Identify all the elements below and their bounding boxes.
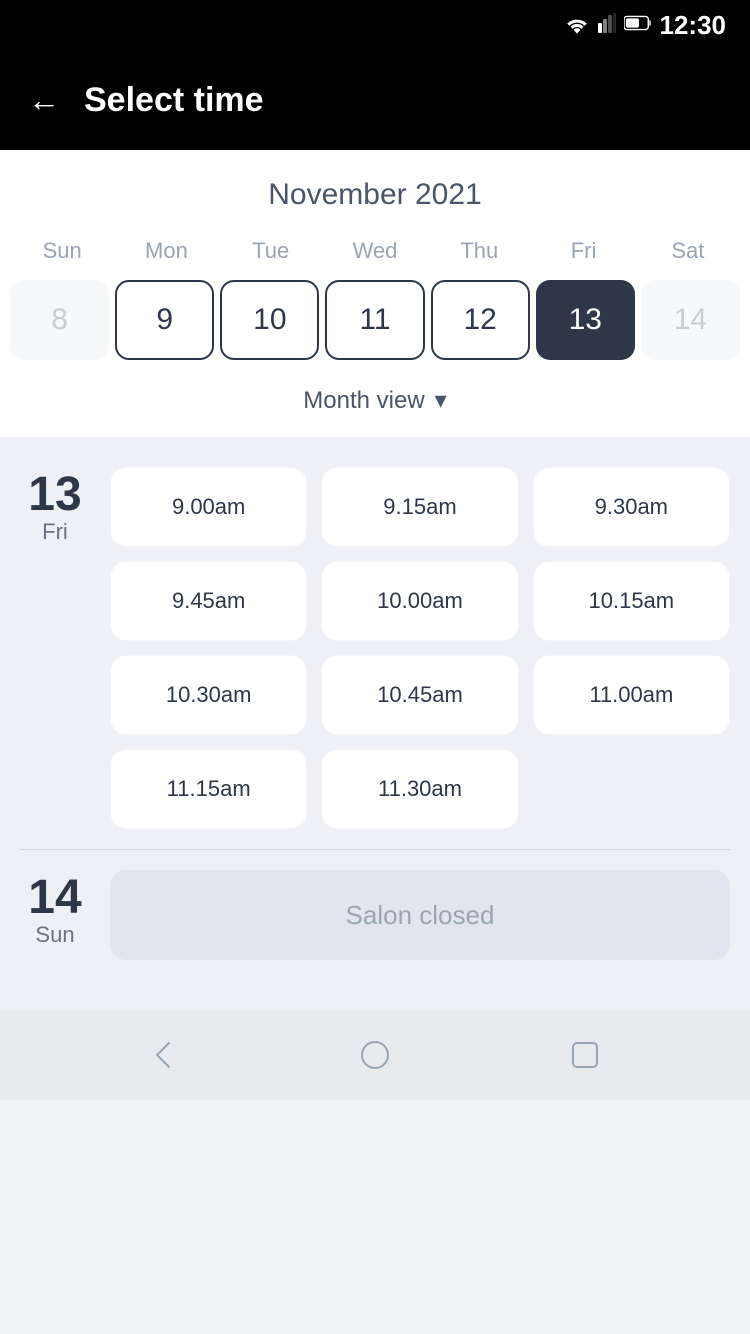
weekday-tue: Tue xyxy=(219,234,323,268)
day-block-13: 13 Fri 9.00am 9.15am 9.30am 9.45am 10.00… xyxy=(20,467,730,829)
day-block-14: 14 Sun Salon closed xyxy=(20,870,730,960)
time-slot-930am[interactable]: 9.30am xyxy=(533,467,730,547)
battery-icon xyxy=(624,15,652,36)
day-name-13: Fri xyxy=(42,519,68,545)
time-slot-1045am[interactable]: 10.45am xyxy=(321,655,518,735)
time-slot-1015am[interactable]: 10.15am xyxy=(533,561,730,641)
time-slots-grid-13: 9.00am 9.15am 9.30am 9.45am 10.00am 10.1… xyxy=(110,467,730,829)
time-slot-900am[interactable]: 9.00am xyxy=(110,467,307,547)
day-number-14: 14 xyxy=(28,874,81,922)
bottom-nav xyxy=(0,1010,750,1100)
page-title: Select time xyxy=(84,81,264,120)
day-divider xyxy=(20,849,730,850)
day-name-14: Sun xyxy=(35,922,74,948)
day-cell-13[interactable]: 13 xyxy=(536,280,635,360)
time-slot-1130am[interactable]: 11.30am xyxy=(321,749,518,829)
day-cell-8[interactable]: 8 xyxy=(10,280,109,360)
signal-icon xyxy=(598,13,616,38)
day-cell-12[interactable]: 12 xyxy=(431,280,530,360)
time-slot-1115am[interactable]: 11.15am xyxy=(110,749,307,829)
day-cell-11[interactable]: 11 xyxy=(325,280,424,360)
time-slot-1100am[interactable]: 11.00am xyxy=(533,655,730,735)
time-slot-945am[interactable]: 9.45am xyxy=(110,561,307,641)
weekdays-row: Sun Mon Tue Wed Thu Fri Sat xyxy=(0,234,750,268)
status-bar: 12:30 xyxy=(0,0,750,50)
weekday-wed: Wed xyxy=(323,234,427,268)
day-label-14: 14 Sun xyxy=(20,870,90,960)
chevron-down-icon: ▾ xyxy=(435,386,447,415)
weekday-sun: Sun xyxy=(10,234,114,268)
header: ← Select time xyxy=(0,50,750,150)
time-slot-1000am[interactable]: 10.00am xyxy=(321,561,518,641)
nav-recents-button[interactable] xyxy=(560,1030,610,1080)
days-row: 8 9 10 11 12 13 14 xyxy=(0,280,750,360)
weekday-thu: Thu xyxy=(427,234,531,268)
status-icons: 12:30 xyxy=(564,10,727,41)
nav-home-button[interactable] xyxy=(350,1030,400,1080)
back-button[interactable]: ← xyxy=(28,82,60,119)
weekday-fri: Fri xyxy=(531,234,635,268)
wifi-icon xyxy=(564,15,590,35)
nav-back-button[interactable] xyxy=(140,1030,190,1080)
day-number-13: 13 xyxy=(28,471,81,519)
time-section: 13 Fri 9.00am 9.15am 9.30am 9.45am 10.00… xyxy=(0,437,750,1010)
month-year-label: November 2021 xyxy=(0,178,750,212)
calendar-section: November 2021 Sun Mon Tue Wed Thu Fri Sa… xyxy=(0,150,750,437)
salon-closed-message: Salon closed xyxy=(110,870,730,960)
day-cell-10[interactable]: 10 xyxy=(220,280,319,360)
day-label-13: 13 Fri xyxy=(20,467,90,829)
weekday-mon: Mon xyxy=(114,234,218,268)
weekday-sat: Sat xyxy=(636,234,740,268)
day-cell-9[interactable]: 9 xyxy=(115,280,214,360)
month-view-toggle[interactable]: Month view ▾ xyxy=(0,376,750,437)
time-slot-915am[interactable]: 9.15am xyxy=(321,467,518,547)
month-view-label: Month view xyxy=(303,387,424,415)
time-slot-1030am[interactable]: 10.30am xyxy=(110,655,307,735)
day-cell-14[interactable]: 14 xyxy=(641,280,740,360)
status-time: 12:30 xyxy=(660,10,727,41)
